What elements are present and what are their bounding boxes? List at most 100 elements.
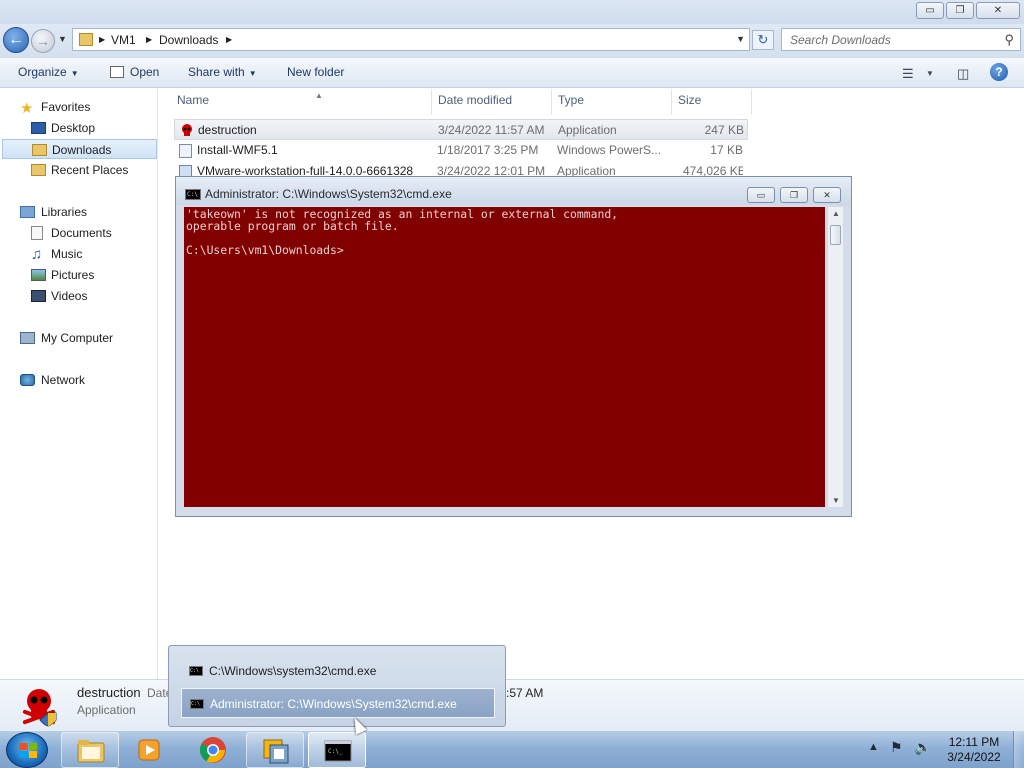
nav-recent-places[interactable]: Recent Places [0, 160, 158, 180]
nav-documents[interactable]: Documents [0, 223, 158, 243]
share-with-label: Share with [188, 65, 245, 79]
star-icon: ★ [20, 100, 34, 117]
clock-time: 12:11 PM [948, 735, 1000, 749]
nav-favorites[interactable]: ★ Favorites [0, 97, 158, 117]
desktop-icon [31, 122, 46, 134]
cmd-icon: C:\ [189, 666, 203, 676]
cmd-minimize-button[interactable]: ▭ [747, 187, 775, 203]
vmware-icon [261, 737, 291, 765]
clock-date: 3/24/2022 [947, 750, 1001, 764]
scroll-thumb[interactable] [830, 225, 841, 245]
share-with-button[interactable]: Share with ▼ [188, 65, 257, 79]
taskbar-vmware[interactable] [246, 732, 304, 768]
folder-icon [79, 33, 93, 46]
organize-button[interactable]: Organize ▼ [18, 65, 79, 79]
taskbar-explorer[interactable] [61, 732, 119, 768]
popup-item-admin-cmd[interactable]: C:\ Administrator: C:\Windows\System32\c… [181, 688, 495, 718]
show-hidden-icons-button[interactable]: ▲ [868, 741, 879, 753]
open-label: Open [130, 65, 160, 79]
cmd-titlebar[interactable]: C:\ Administrator: C:\Windows\System32\c… [176, 177, 851, 205]
refresh-button[interactable]: ↻ [752, 30, 774, 50]
search-icon[interactable]: ⚲ [1004, 32, 1014, 48]
command-bar: Organize ▼ Open Share with ▼ New folder ☰ … [0, 58, 1024, 88]
taskbar-media-player[interactable] [121, 732, 179, 768]
chevron-right-icon[interactable]: ▶ [99, 35, 105, 44]
console-line: operable program or batch file. [186, 219, 399, 233]
file-size: 17 KB [710, 143, 743, 157]
preview-pane-icon[interactable]: ◫ [957, 66, 969, 82]
column-divider[interactable] [751, 89, 752, 115]
change-view-icon[interactable]: ☰ [902, 66, 914, 82]
file-row-install-wmf[interactable]: Install-WMF5.1 1/18/2017 3:25 PM Windows… [174, 140, 748, 161]
file-row-destruction[interactable]: destruction 3/24/2022 11:57 AM Applicati… [174, 119, 748, 140]
chevron-right-icon[interactable]: ▶ [146, 35, 152, 44]
breadcrumb-vm1[interactable]: VM1 [111, 33, 136, 47]
file-type: Windows PowerS... [557, 143, 662, 157]
nav-music[interactable]: ♫ Music [0, 244, 158, 264]
address-bar[interactable]: ▶ VM1 ▶ Downloads ▶ ▼ [72, 28, 750, 51]
column-header-name[interactable]: Name ▲ [177, 91, 323, 115]
nav-downloads[interactable]: Downloads [2, 139, 157, 159]
cmd-maximize-button[interactable]: ❐ [780, 187, 808, 203]
chevron-down-icon: ▼ [248, 69, 257, 78]
breadcrumb-downloads[interactable]: Downloads [159, 33, 218, 47]
help-icon[interactable]: ? [990, 63, 1008, 81]
media-player-icon [135, 736, 165, 764]
nav-libraries[interactable]: Libraries [0, 202, 158, 222]
chevron-right-icon[interactable]: ▶ [226, 35, 232, 44]
taskbar-chrome[interactable] [184, 732, 242, 768]
column-header-type[interactable]: Type [558, 93, 584, 115]
details-file-name: destruction [77, 685, 141, 700]
script-file-icon [179, 144, 192, 158]
nav-desktop[interactable]: Desktop [0, 118, 158, 138]
start-button[interactable] [6, 732, 48, 768]
nav-network-label: Network [41, 373, 86, 387]
network-icon [20, 374, 35, 386]
taskbar-cmd[interactable]: C:\_ [308, 732, 366, 768]
window-controls: ▭ ❐ ✕ [916, 2, 1020, 19]
system-clock[interactable]: 12:11 PM 3/24/2022 [942, 735, 1006, 765]
address-dropdown-icon[interactable]: ▼ [736, 34, 745, 44]
open-icon [110, 66, 124, 78]
details-pane: destruction Date Application :57 AM [0, 679, 1024, 730]
details-date-value: :57 AM [506, 686, 544, 700]
action-center-icon[interactable]: ⚑ [890, 739, 903, 756]
documents-icon [31, 226, 43, 240]
popup-item-label: C:\Windows\system32\cmd.exe [209, 664, 377, 678]
nav-recent-places-label: Recent Places [51, 163, 129, 177]
show-desktop-button[interactable] [1013, 731, 1024, 768]
taskbar-thumbnail-list: C:\ C:\Windows\system32\cmd.exe C:\ Admi… [168, 645, 506, 727]
nav-network[interactable]: Network [0, 370, 158, 390]
column-divider[interactable] [671, 89, 672, 115]
recent-pages-dropdown[interactable]: ▼ [58, 34, 67, 44]
close-button[interactable]: ✕ [976, 2, 1020, 19]
volume-icon[interactable]: 🔈 [914, 739, 931, 756]
view-options-dropdown-icon[interactable]: ▼ [926, 69, 934, 78]
cmd-close-button[interactable]: ✕ [813, 187, 841, 203]
forward-button[interactable]: → [31, 29, 55, 53]
back-button[interactable]: ← [3, 27, 29, 53]
search-input[interactable]: Search Downloads ⚲ [781, 28, 1021, 51]
file-name: destruction [198, 123, 257, 137]
nav-pictures[interactable]: Pictures [0, 265, 158, 285]
scroll-up-icon[interactable]: ▲ [832, 209, 840, 218]
nav-videos[interactable]: Videos [0, 286, 158, 306]
maximize-button[interactable]: ❐ [946, 2, 974, 19]
nav-favorites-label: Favorites [41, 100, 91, 114]
sort-up-icon: ▲ [315, 91, 323, 100]
column-header-date-modified[interactable]: Date modified [438, 93, 512, 115]
nav-my-computer[interactable]: My Computer [0, 328, 158, 348]
recent-places-icon [31, 164, 46, 176]
column-header-size[interactable]: Size [678, 93, 701, 115]
nav-desktop-label: Desktop [51, 121, 96, 135]
explorer-titlebar[interactable]: ▭ ❐ ✕ [0, 0, 1024, 24]
console-scrollbar[interactable]: ▲ ▼ [827, 207, 843, 507]
new-folder-button[interactable]: New folder [287, 65, 344, 79]
popup-item-cmd[interactable]: C:\ C:\Windows\system32\cmd.exe [181, 656, 495, 686]
scroll-down-icon[interactable]: ▼ [832, 496, 840, 505]
minimize-button[interactable]: ▭ [916, 2, 944, 19]
column-divider[interactable] [431, 89, 432, 115]
column-divider[interactable] [551, 89, 552, 115]
console-output[interactable]: 'takeown' is not recognized as an intern… [184, 207, 825, 507]
open-button[interactable]: Open [110, 65, 159, 79]
